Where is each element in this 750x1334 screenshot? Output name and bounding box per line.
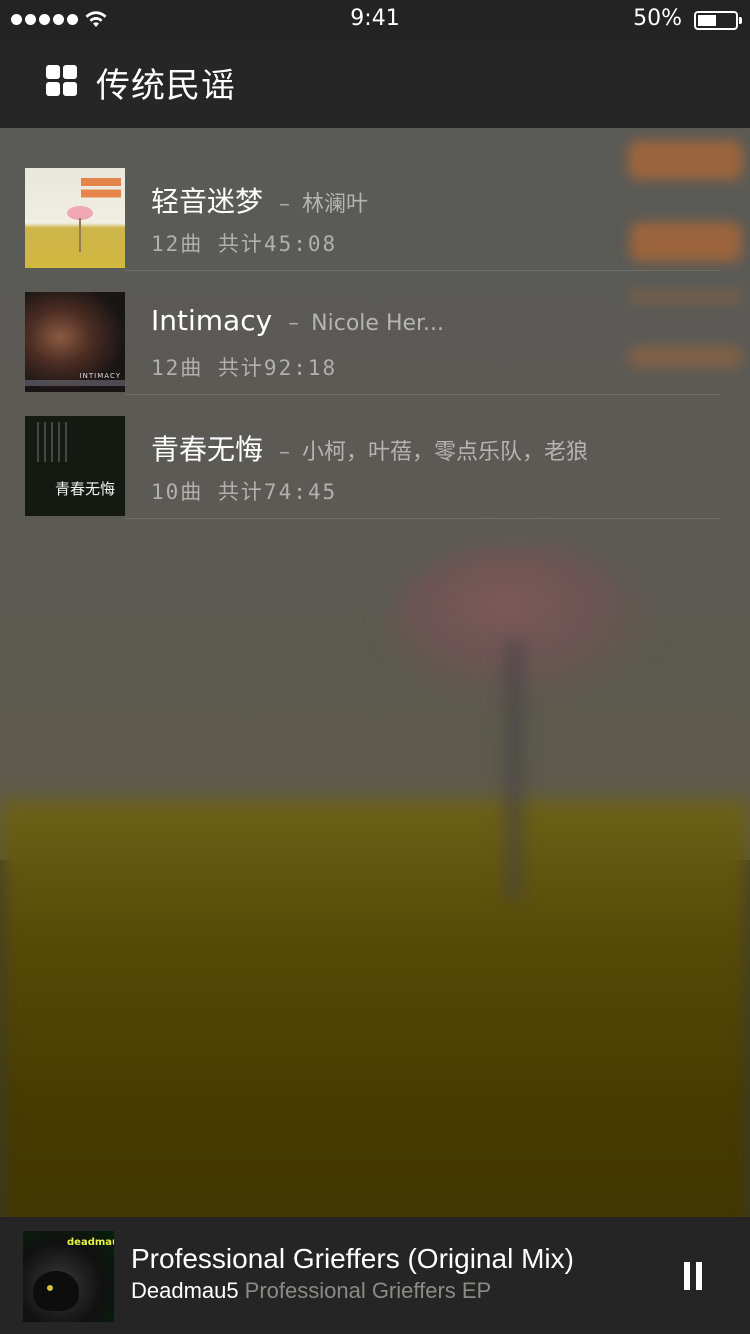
track-artist: Deadmau5: [131, 1278, 239, 1303]
album-title-line: 轻音迷梦 – 林澜叶: [151, 180, 368, 220]
status-bar: 9:41 50%: [0, 0, 750, 40]
divider: [125, 518, 720, 519]
page-title: 传统民谣: [96, 66, 236, 106]
album-row[interactable]: 轻音迷梦 – 林澜叶 12曲 共计45:08: [0, 128, 750, 271]
track-subtitle: Deadmau5 Professional Grieffers EP: [131, 1278, 491, 1304]
battery-icon: [694, 11, 742, 30]
now-playing-cover: deadmau5: [23, 1231, 114, 1322]
track-album: Professional Grieffers EP: [244, 1278, 492, 1303]
album-title: Intimacy: [151, 304, 273, 337]
album-title-line: 青春无悔 – 小柯，叶蓓，零点乐队，老狼: [151, 428, 588, 468]
nav-header: 传统民谣: [0, 40, 750, 128]
grid-icon[interactable]: [46, 65, 78, 97]
separator: –: [288, 311, 300, 336]
battery-percent: 50%: [633, 6, 682, 31]
cover-text: 青春无悔: [55, 480, 116, 498]
album-title: 轻音迷梦: [151, 185, 264, 218]
album-artist: Nicole Her...: [311, 311, 445, 336]
track-title: Professional Grieffers (Original Mix): [131, 1243, 574, 1274]
album-cover: 青春无悔: [25, 416, 125, 516]
mini-player[interactable]: deadmau5 Professional Grieffers (Origina…: [0, 1217, 750, 1334]
album-artist: 林澜叶: [302, 192, 369, 217]
album-meta: 10曲 共计74:45: [151, 480, 338, 504]
album-title-line: Intimacy – Nicole Her...: [151, 304, 444, 337]
album-list: 轻音迷梦 – 林澜叶 12曲 共计45:08 INTIMACY Intimacy – N…: [0, 128, 750, 519]
album-artist: 小柯，叶蓓，零点乐队，老狼: [302, 440, 589, 465]
album-row[interactable]: INTIMACY Intimacy – Nicole Her... 12曲 共计92…: [0, 252, 750, 395]
separator: –: [279, 192, 291, 217]
album-title: 青春无悔: [151, 433, 264, 466]
cover-text: deadmau5: [67, 1237, 114, 1248]
separator: –: [279, 440, 291, 465]
album-row[interactable]: 青春无悔 青春无悔 – 小柯，叶蓓，零点乐队，老狼 10曲 共计74:45: [0, 376, 750, 519]
pause-icon[interactable]: [684, 1262, 702, 1290]
